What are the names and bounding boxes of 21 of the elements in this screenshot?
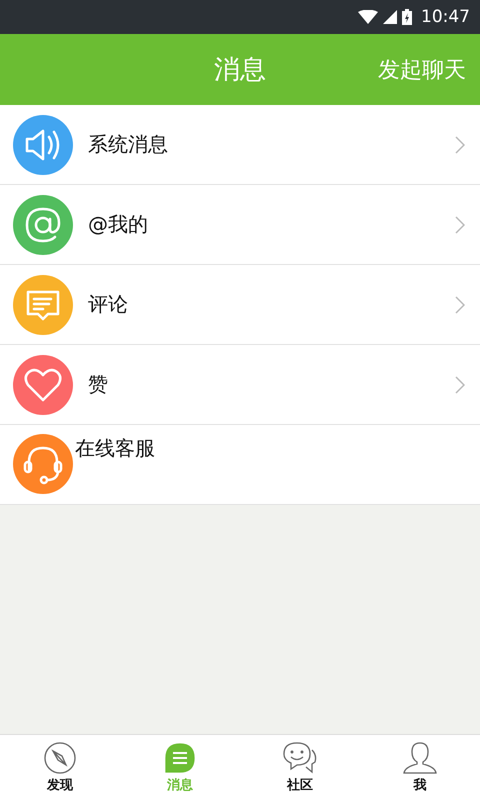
list-item[interactable]: 在线客服 [0,425,480,505]
person-icon [402,741,438,775]
tab[interactable]: 我 [360,735,480,800]
item-label: 赞 [88,371,109,398]
list-item[interactable]: @我的 [0,185,480,265]
list-item[interactable]: 评论 [0,265,480,345]
tab[interactable]: 社区 [240,735,360,800]
list-item[interactable]: 系统消息 [0,105,480,185]
status-time: 10:47 [421,7,470,27]
item-label: 评论 [88,291,129,318]
item-label: 系统消息 [88,131,169,158]
signal-icon [383,10,397,24]
chat-bubbles-icon [282,741,318,775]
wifi-icon [358,10,378,24]
item-label: @我的 [88,211,149,238]
list-item[interactable]: 赞 [0,345,480,425]
header-title: 消息 [214,54,266,87]
item-label: 在线客服 [75,435,156,462]
tab[interactable]: 发现 [0,735,120,800]
battery-icon [402,9,412,25]
compass-icon [42,741,78,775]
